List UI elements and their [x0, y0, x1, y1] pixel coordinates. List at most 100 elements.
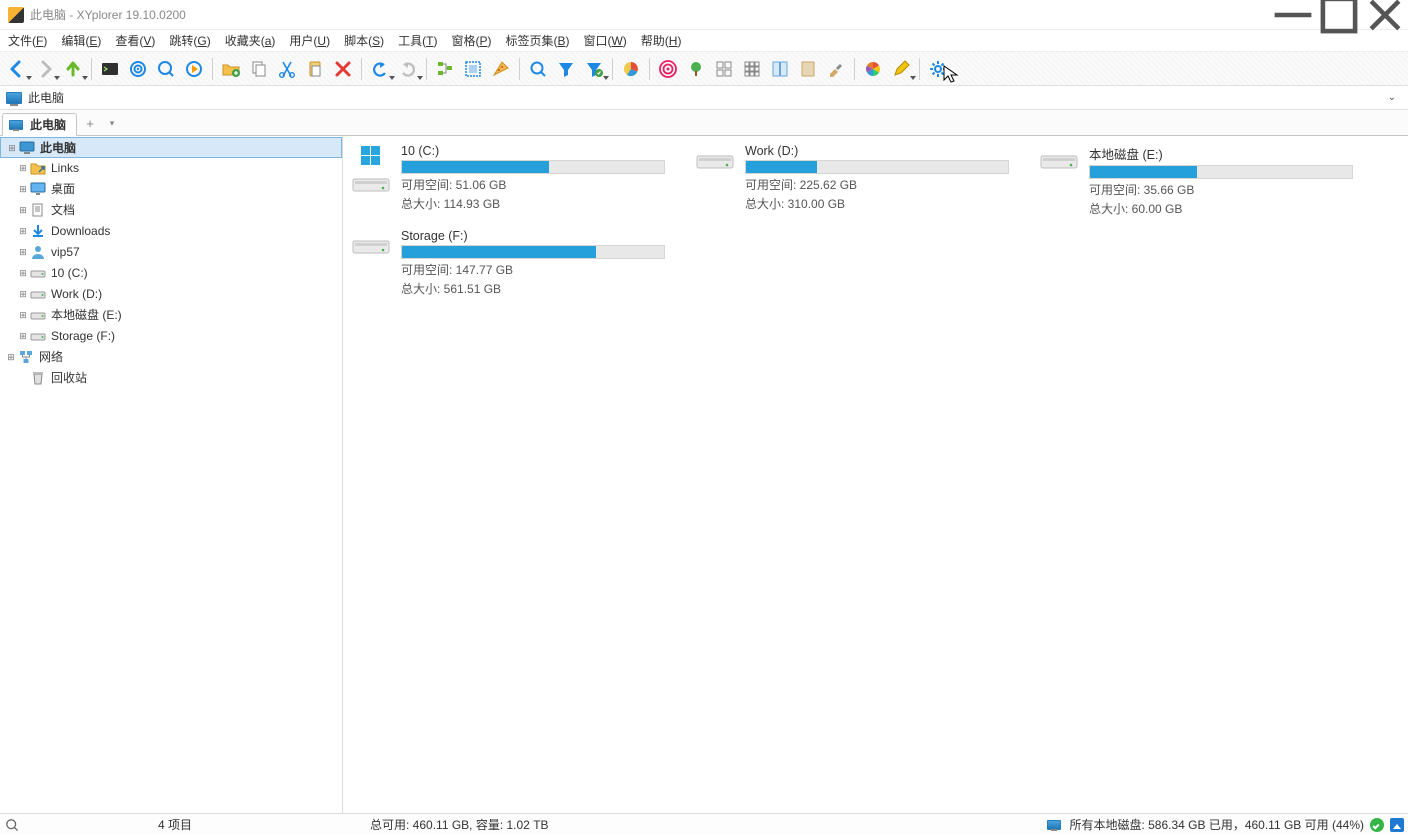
tree-toggle-icon[interactable]: ⊞	[18, 163, 28, 173]
tree-label: Links	[51, 161, 79, 175]
statusbar: 4 项目 总可用: 460.11 GB, 容量: 1.02 TB 所有本地磁盘:…	[0, 813, 1408, 835]
copy-icon[interactable]	[246, 56, 272, 82]
tree-toggle-icon[interactable]: ⊞	[7, 143, 17, 153]
menu-item[interactable]: 标签页集(B)	[501, 30, 573, 51]
menu-item[interactable]: 查看(V)	[111, 30, 159, 51]
address-path: 此电脑	[28, 89, 64, 106]
tree-toggle-icon[interactable]: ⊞	[6, 352, 16, 362]
status-search-button[interactable]	[4, 817, 20, 833]
tree-label: 10 (C:)	[51, 266, 88, 280]
grid-small-icon[interactable]	[739, 56, 765, 82]
menubar: 文件(F) 编辑(E) 查看(V) 跳转(G) 收藏夹(a)用户(U) 脚本(S) 工具(T…	[0, 30, 1408, 52]
tree-green-icon[interactable]	[683, 56, 709, 82]
menu-item[interactable]: 窗格(P)	[447, 30, 495, 51]
delete-icon[interactable]	[330, 56, 356, 82]
usage-bar	[745, 160, 1009, 174]
tree-node[interactable]: ⊞ 桌面	[0, 178, 342, 199]
tree-label: 文档	[51, 201, 75, 218]
window-close-button[interactable]	[1362, 0, 1408, 30]
tab-active[interactable]: 此电脑	[2, 113, 77, 136]
tree-label: 此电脑	[40, 139, 76, 156]
menu-item[interactable]: 跳转(G)	[165, 30, 214, 51]
tree-toggle-icon[interactable]: ⊞	[18, 310, 28, 320]
forward-button[interactable]	[32, 56, 58, 82]
tree-toggle-icon[interactable]: ⊞	[18, 205, 28, 215]
console-icon[interactable]	[97, 56, 123, 82]
play-circle-icon[interactable]	[181, 56, 207, 82]
tree-toggle-icon[interactable]: ⊞	[18, 289, 28, 299]
single-pane-icon[interactable]	[795, 56, 821, 82]
drive-icon	[30, 328, 46, 344]
menu-item[interactable]: 脚本(S)	[340, 30, 388, 51]
tree-node[interactable]: ⊞ 文档	[0, 199, 342, 220]
tree-pane[interactable]: ⊞此电脑⊞Links⊞桌面⊞文档⊞Downloads⊞vip57⊞10 (C:)…	[0, 136, 343, 813]
up-button[interactable]	[60, 56, 86, 82]
tree-label: Downloads	[51, 224, 110, 238]
filter-go-icon[interactable]	[581, 56, 607, 82]
menu-item[interactable]: 文件(F)	[4, 30, 51, 51]
tree-label: 桌面	[51, 180, 75, 197]
tab-add-button[interactable]: +	[79, 113, 101, 133]
drive-total: 总大小: 310.00 GB	[745, 195, 1009, 212]
addressbar[interactable]: 此电脑 ⌄	[0, 86, 1408, 110]
target-icon[interactable]	[125, 56, 151, 82]
tab-dropdown-button[interactable]: ▾	[103, 113, 121, 133]
grid-large-icon[interactable]	[711, 56, 737, 82]
menu-item[interactable]: 窗口(W)	[579, 30, 630, 51]
drive-tile[interactable]: Work (D:)可用空间: 225.62 GB总大小: 310.00 GB	[693, 144, 1009, 217]
content-pane[interactable]: 10 (C:)可用空间: 51.06 GB总大小: 114.93 GB Work …	[343, 136, 1408, 813]
tree-node[interactable]: ⊞本地磁盘 (E:)	[0, 304, 342, 325]
tree-node[interactable]: ⊞ Links	[0, 157, 342, 178]
split-vert-icon[interactable]	[767, 56, 793, 82]
tree-toggle-icon[interactable]: ⊞	[18, 226, 28, 236]
documents-icon	[30, 202, 46, 218]
pizza-icon[interactable]	[488, 56, 514, 82]
tree-toggle-icon[interactable]: ⊞	[18, 268, 28, 278]
tree-icon[interactable]	[432, 56, 458, 82]
menu-item[interactable]: 用户(U)	[285, 30, 334, 51]
drive-tile[interactable]: 本地磁盘 (E:)可用空间: 35.66 GB总大小: 60.00 GB	[1037, 144, 1353, 217]
tree-node[interactable]: ⊞Storage (F:)	[0, 325, 342, 346]
tree-node[interactable]: ⊞网络	[0, 346, 342, 367]
tree-node[interactable]: ⊞ Downloads	[0, 220, 342, 241]
drive-icon	[349, 144, 393, 217]
drive-free: 可用空间: 51.06 GB	[401, 176, 665, 193]
menu-item[interactable]: 编辑(E)	[57, 30, 105, 51]
menu-item[interactable]: 工具(T)	[394, 30, 441, 51]
search-icon[interactable]	[525, 56, 551, 82]
window-maximize-button[interactable]	[1316, 0, 1362, 30]
tree-toggle-icon[interactable]: ⊞	[18, 184, 28, 194]
new-folder-icon[interactable]	[218, 56, 244, 82]
tabs-row: 此电脑 + ▾	[0, 110, 1408, 136]
tree-toggle-icon[interactable]: ⊞	[18, 331, 28, 341]
select-icon[interactable]	[460, 56, 486, 82]
tree-node[interactable]: ⊞Work (D:)	[0, 283, 342, 304]
tree-node[interactable]: 回收站	[0, 367, 342, 388]
drive-free: 可用空间: 35.66 GB	[1089, 181, 1353, 198]
usage-bar	[401, 160, 665, 174]
drive-tile[interactable]: Storage (F:)可用空间: 147.77 GB总大小: 561.51 G…	[349, 229, 665, 297]
spiral-icon[interactable]	[655, 56, 681, 82]
pencil-icon[interactable]	[888, 56, 914, 82]
undo-icon[interactable]	[367, 56, 393, 82]
user-icon	[30, 244, 46, 260]
tree-node[interactable]: ⊞vip57	[0, 241, 342, 262]
brush-icon[interactable]	[823, 56, 849, 82]
cut-icon[interactable]	[274, 56, 300, 82]
zoom-lens-icon[interactable]	[153, 56, 179, 82]
tree-node[interactable]: ⊞ 10 (C:)	[0, 262, 342, 283]
back-button[interactable]	[4, 56, 30, 82]
drive-tile[interactable]: 10 (C:)可用空间: 51.06 GB总大小: 114.93 GB	[349, 144, 665, 217]
network-icon	[18, 349, 34, 365]
tree-node[interactable]: ⊞ 此电脑	[0, 137, 342, 158]
pie-icon[interactable]	[618, 56, 644, 82]
filter-icon[interactable]	[553, 56, 579, 82]
window-minimize-button[interactable]	[1270, 0, 1316, 30]
tree-toggle-icon[interactable]: ⊞	[18, 247, 28, 257]
menu-item[interactable]: 帮助(H)	[637, 30, 686, 51]
address-dropdown-icon[interactable]: ⌄	[1382, 90, 1402, 105]
color-wheel-icon[interactable]	[860, 56, 886, 82]
menu-item[interactable]: 收藏夹(a)	[221, 30, 280, 51]
redo-icon[interactable]	[395, 56, 421, 82]
paste-icon[interactable]	[302, 56, 328, 82]
